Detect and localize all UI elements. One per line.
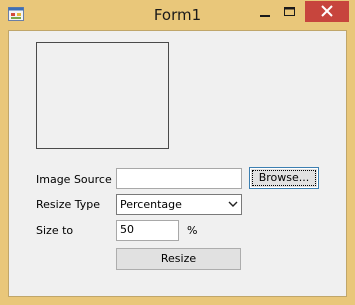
size-to-label: Size to <box>36 224 74 237</box>
minimize-icon <box>260 15 270 17</box>
window-title: Form1 <box>153 6 202 24</box>
window: Form1 Image Source Browse... Resize Type… <box>0 0 355 305</box>
form-client-area: Image Source Browse... Resize Type Perce… <box>8 30 347 297</box>
minimize-button[interactable] <box>254 2 276 22</box>
maximize-button[interactable] <box>278 2 300 22</box>
chevron-down-icon <box>228 201 238 207</box>
resize-type-select[interactable]: Percentage <box>116 194 242 215</box>
browse-button[interactable]: Browse... <box>249 167 319 189</box>
close-icon <box>321 5 333 17</box>
percent-sign-label: % <box>187 224 198 237</box>
image-preview-box <box>36 42 169 149</box>
resize-button[interactable]: Resize <box>116 248 241 270</box>
title-bar[interactable]: Form1 <box>0 0 355 30</box>
resize-type-label: Resize Type <box>36 198 101 211</box>
image-source-input[interactable] <box>116 168 242 189</box>
maximize-icon <box>284 7 295 16</box>
close-button[interactable] <box>305 1 349 22</box>
image-source-label: Image Source <box>36 173 112 186</box>
resize-type-selected-value: Percentage <box>120 198 182 211</box>
size-to-input[interactable]: 50 <box>116 220 179 241</box>
